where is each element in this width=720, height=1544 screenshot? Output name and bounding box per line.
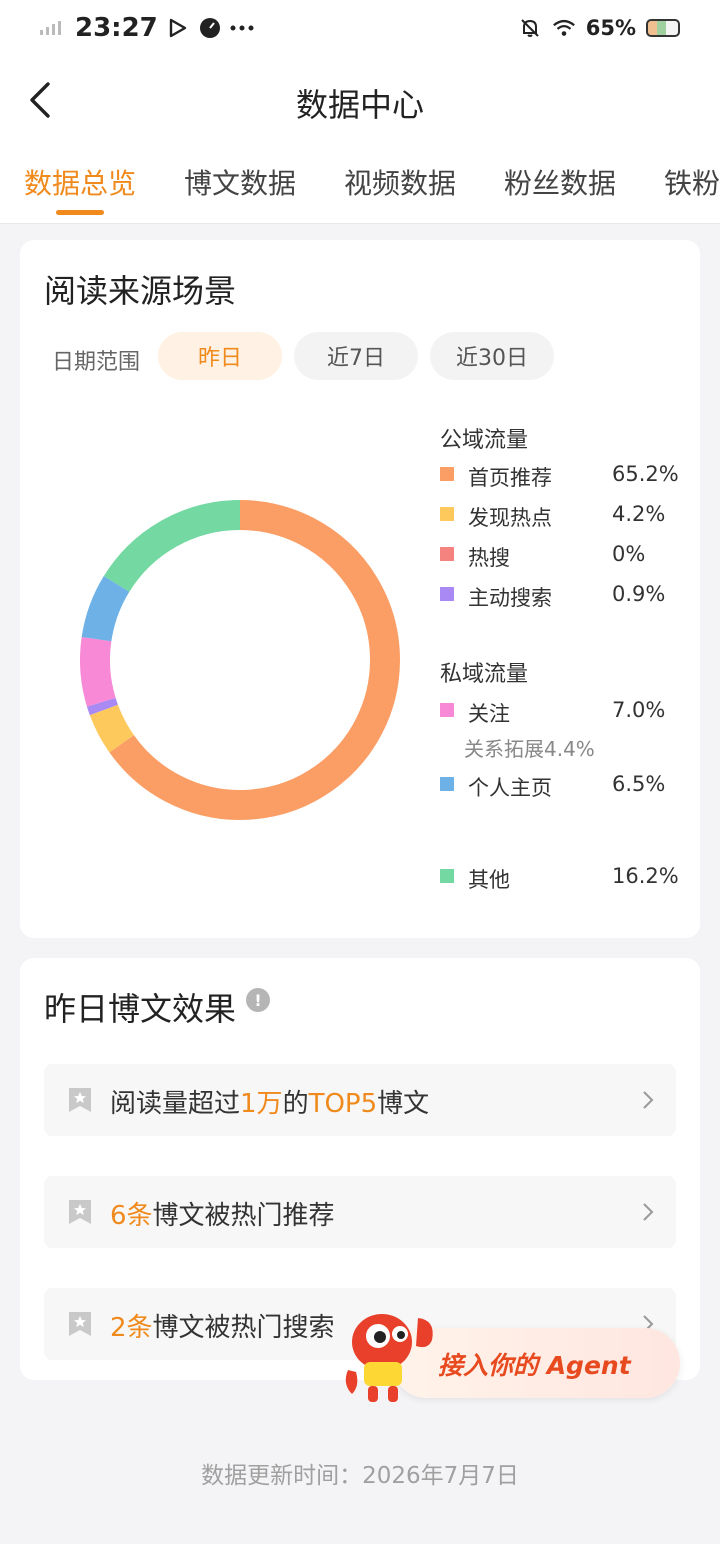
- legend-swatch: [440, 507, 454, 521]
- legend-swatch: [440, 547, 454, 561]
- list-item-top5-posts[interactable]: 阅读量超过1万的TOP5博文: [44, 1064, 676, 1136]
- legend-label: 关注: [468, 702, 510, 726]
- legend-value: 16.2%: [612, 864, 679, 888]
- date-option-30days[interactable]: 近30日: [430, 332, 554, 380]
- chevron-right-icon: [643, 1203, 654, 1221]
- status-time: 23:27: [75, 13, 158, 43]
- agent-badge-text: 接入你的 Agent: [438, 1351, 631, 1380]
- reading-source-card: 阅读来源场景 日期范围 昨日 近7日 近30日 公域流量 首页推荐 65.2% …: [20, 240, 700, 938]
- tab-overview[interactable]: 数据总览: [24, 162, 136, 202]
- signal-icon: [40, 21, 61, 35]
- donut-slice-6: [103, 500, 241, 593]
- date-range-label: 日期范围: [52, 350, 141, 375]
- list-item-text: 阅读量超过1万的TOP5博文: [110, 1089, 430, 1119]
- mute-bell-icon: [518, 16, 542, 40]
- legend-label: 热搜: [468, 546, 510, 570]
- list-item-hot-recommended[interactable]: 6条博文被热门推荐: [44, 1176, 676, 1248]
- legend-value: 65.2%: [612, 462, 679, 486]
- tab-fans-data[interactable]: 粉丝数据: [504, 162, 616, 202]
- date-option-7days[interactable]: 近7日: [294, 332, 418, 380]
- legend-value: 4.2%: [612, 502, 666, 526]
- legend-label: 其他: [468, 868, 510, 892]
- list-item-text: 6条博文被热门推荐: [110, 1201, 335, 1231]
- wifi-icon: [552, 16, 576, 40]
- public-traffic-label: 公域流量: [440, 428, 529, 453]
- tab-bar: 数据总览 博文数据 视频数据 粉丝数据 铁粉: [0, 146, 720, 224]
- reading-source-title: 阅读来源场景: [44, 272, 237, 310]
- post-effect-title: 昨日博文效果: [44, 990, 237, 1028]
- legend-swatch: [440, 587, 454, 601]
- page-title: 数据中心: [295, 86, 424, 124]
- legend-swatch: [440, 777, 454, 791]
- donut-slice-4: [80, 636, 116, 707]
- legend-label: 发现热点: [468, 506, 552, 530]
- chevron-right-icon: [643, 1091, 654, 1109]
- follow-sub-stat: 关系拓展4.4%: [464, 737, 595, 761]
- donut-slice-0: [109, 500, 400, 820]
- bookmark-star-icon: [69, 1088, 91, 1112]
- legend-swatch: [440, 703, 454, 717]
- status-bar: 23:27 65%: [0, 0, 720, 56]
- legend-value: 7.0%: [612, 698, 666, 722]
- list-item-text: 2条博文被热门搜索: [110, 1313, 335, 1343]
- info-icon[interactable]: !: [246, 988, 270, 1012]
- data-update-time: 数据更新时间：2026年7月7日: [201, 1463, 519, 1489]
- active-tab-indicator: [56, 210, 104, 215]
- agent-floating-button[interactable]: 接入你的 Agent: [340, 1306, 680, 1410]
- more-dots-icon: [230, 16, 254, 40]
- play-icon: [166, 16, 190, 40]
- crab-mascot-icon: [345, 1314, 433, 1402]
- tab-video-data[interactable]: 视频数据: [344, 162, 456, 202]
- bookmark-star-icon: [69, 1312, 91, 1336]
- donut-slice-1: [89, 704, 135, 753]
- legend-swatch: [440, 467, 454, 481]
- gauge-icon: [198, 16, 222, 40]
- legend-label: 主动搜索: [468, 586, 552, 610]
- legend-value: 0%: [612, 542, 646, 566]
- donut-slice-3: [86, 697, 118, 716]
- bookmark-star-icon: [69, 1200, 91, 1224]
- tab-post-data[interactable]: 博文数据: [184, 162, 296, 202]
- tab-iron-fans[interactable]: 铁粉: [664, 162, 720, 202]
- top-nav-bar: 数据中心: [0, 56, 720, 146]
- legend-label: 首页推荐: [468, 466, 552, 490]
- legend-label: 个人主页: [468, 776, 552, 800]
- date-option-yesterday[interactable]: 昨日: [158, 332, 282, 380]
- private-traffic-label: 私域流量: [440, 662, 529, 687]
- donut-slice-5: [81, 575, 130, 642]
- legend-swatch: [440, 869, 454, 883]
- reading-source-donut-chart: [80, 500, 400, 820]
- battery-level: 65%: [585, 16, 636, 40]
- legend-value: 0.9%: [612, 582, 666, 606]
- battery-icon: [646, 19, 680, 37]
- legend-value: 6.5%: [612, 772, 666, 796]
